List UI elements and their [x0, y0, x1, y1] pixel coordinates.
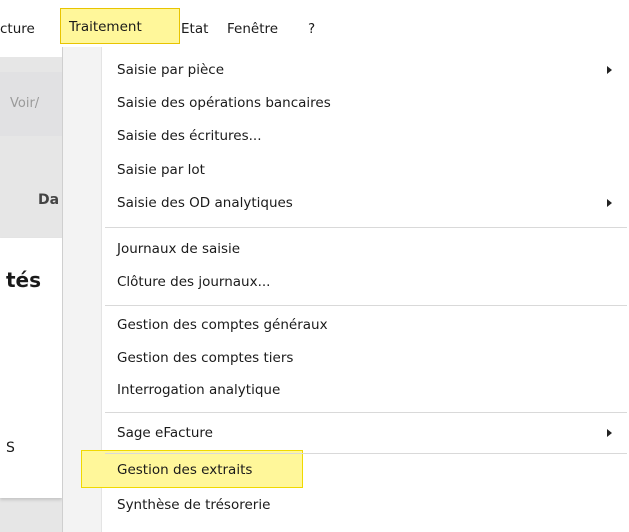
menu-help[interactable]: ? — [308, 18, 315, 40]
menu-separator — [105, 227, 627, 228]
traitement-dropdown-menu: Saisie par pièce Saisie des opérations b… — [62, 47, 629, 532]
menu-item-interrogation-analytique[interactable]: Interrogation analytique — [117, 377, 280, 403]
background-s-text: S — [6, 440, 15, 456]
menu-fenetre[interactable]: Fenêtre — [227, 18, 278, 40]
menu-separator — [105, 412, 627, 413]
menu-traitement[interactable]: Traitement — [60, 8, 180, 44]
submenu-arrow-icon — [607, 199, 612, 207]
menu-item-cloture-journaux[interactable]: Clôture des journaux... — [117, 269, 270, 295]
menu-structure[interactable]: cture — [0, 18, 35, 40]
menu-item-saisie-operations-bancaires[interactable]: Saisie des opérations bancaires — [117, 90, 331, 116]
menu-item-gestion-comptes-tiers[interactable]: Gestion des comptes tiers — [117, 345, 293, 371]
menu-item-synthese-tresorerie[interactable]: Synthèse de trésorerie — [117, 492, 270, 518]
background-voir-text: Voir/ — [10, 96, 40, 111]
menu-separator — [105, 453, 627, 454]
menu-item-saisie-ecritures[interactable]: Saisie des écritures... — [117, 123, 262, 149]
menu-item-gestion-comptes-generaux[interactable]: Gestion des comptes généraux — [117, 312, 328, 338]
background-heading-text: tés — [6, 268, 42, 292]
submenu-arrow-icon — [607, 66, 612, 74]
menu-etat[interactable]: Etat — [181, 18, 208, 40]
menu-item-saisie-par-lot[interactable]: Saisie par lot — [117, 157, 205, 183]
menu-item-sage-efacture[interactable]: Sage eFacture — [117, 420, 213, 446]
menu-item-saisie-od-analytiques[interactable]: Saisie des OD analytiques — [117, 190, 293, 216]
menu-item-saisie-par-piece[interactable]: Saisie par pièce — [117, 57, 224, 83]
background-da-text: Da — [38, 192, 60, 208]
menu-separator — [105, 305, 627, 306]
menu-item-gestion-des-extraits[interactable]: Gestion des extraits — [117, 457, 252, 483]
menu-item-journaux-de-saisie[interactable]: Journaux de saisie — [117, 236, 240, 262]
submenu-arrow-icon — [607, 429, 612, 437]
